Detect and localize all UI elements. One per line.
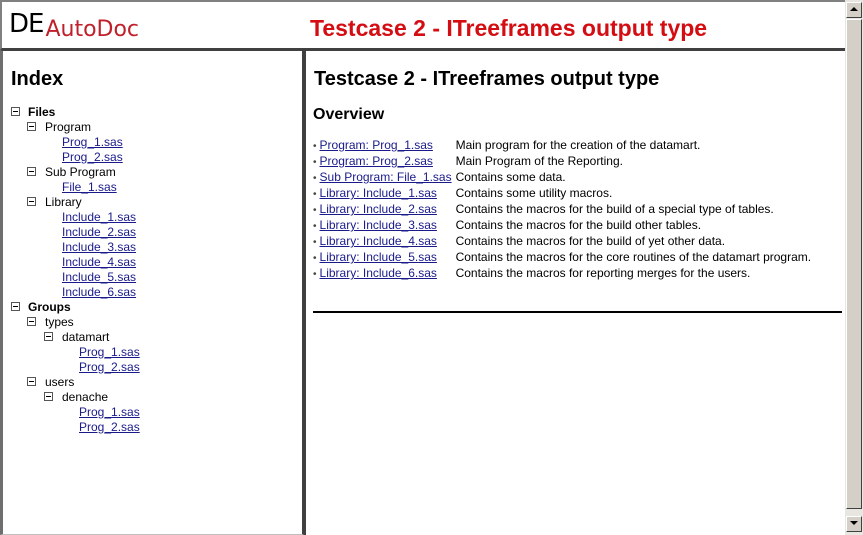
logo-name: AutoDoc: [45, 17, 140, 42]
tree-label: users: [45, 375, 75, 389]
overview-link-cell: • Sub Program: File_1.sas: [313, 170, 456, 186]
scroll-thumb[interactable]: [846, 19, 862, 509]
tree-link[interactable]: File_1.sas: [62, 180, 117, 195]
overview-description: Main Program of the Reporting.: [455, 154, 623, 168]
overview-link[interactable]: Library: Include_4.sas: [320, 234, 437, 248]
bullet-icon: •: [313, 173, 317, 184]
tree-link[interactable]: Include_6.sas: [62, 285, 136, 300]
overview-row: • Library: Include_6.sas Contains the macr…: [313, 266, 811, 282]
collapse-icon[interactable]: [11, 107, 20, 116]
collapse-icon[interactable]: [44, 392, 53, 401]
collapse-icon[interactable]: [27, 317, 36, 326]
overview-description: Contains the macros for reporting merges…: [455, 266, 751, 280]
tree-link[interactable]: Include_5.sas: [62, 270, 136, 285]
header-frame: DEAutoDoc Testcase 2 - ITreeframes outpu…: [0, 0, 863, 50]
logo: DEAutoDoc: [9, 9, 140, 42]
overview-link-cell: • Program: Prog_2.sas: [313, 154, 456, 170]
overview-link[interactable]: Program: Prog_2.sas: [320, 154, 433, 168]
collapse-icon[interactable]: [11, 302, 20, 311]
tree-label: Sub Program: [45, 165, 116, 179]
overview-row: • Library: Include_1.sas Contains some uti…: [313, 186, 811, 202]
tree-label: denache: [62, 390, 109, 404]
tree-label: datamart: [62, 330, 110, 344]
overview-link[interactable]: Program: Prog_1.sas: [320, 138, 433, 152]
tree-link[interactable]: Prog_2.sas: [79, 420, 140, 435]
tree-link[interactable]: Include_1.sas: [62, 210, 136, 225]
scroll-up-button[interactable]: [846, 2, 862, 18]
overview-table: • Program: Prog_1.sas Main program for the…: [313, 138, 811, 282]
bullet-icon: •: [313, 157, 317, 168]
overview-description: Main program for the creation of the dat…: [455, 138, 701, 152]
tree-label: Library: [45, 195, 82, 209]
tree-label: Groups: [28, 300, 71, 314]
bullet-icon: •: [313, 237, 317, 248]
main-frame: Testcase 2 - ITreeframes output type Ove…: [304, 50, 847, 535]
overview-link-cell: • Library: Include_6.sas: [313, 266, 456, 282]
tree-label: Files: [28, 105, 56, 119]
tree-label: types: [45, 315, 74, 329]
tree-link[interactable]: Include_3.sas: [62, 240, 136, 255]
overview-description: Contains the macros for the core routine…: [455, 250, 812, 264]
overview-link[interactable]: Library: Include_3.sas: [320, 218, 437, 232]
header-title: Testcase 2 - ITreeframes output type: [310, 15, 708, 41]
overview-description: Contains the macros for the build of a s…: [455, 202, 774, 216]
bullet-icon: •: [313, 221, 317, 232]
overview-description: Contains the macros for the build other …: [455, 218, 702, 232]
overview-link-cell: • Library: Include_4.sas: [313, 234, 456, 250]
overview-link[interactable]: Library: Include_2.sas: [320, 202, 437, 216]
collapse-icon[interactable]: [27, 377, 36, 386]
index-title: Index: [11, 68, 64, 90]
overview-row: • Program: Prog_2.sas Main Program of the …: [313, 154, 811, 170]
overview-link[interactable]: Library: Include_5.sas: [320, 250, 437, 264]
index-frame: Index Files Program Prog_1.sas Prog_2.sa…: [0, 50, 304, 535]
overview-row: • Library: Include_2.sas Contains the macr…: [313, 202, 811, 218]
overview-row: • Library: Include_3.sas Contains the macr…: [313, 218, 811, 234]
overview-row: • Program: Prog_1.sas Main program for the…: [313, 138, 811, 154]
overview-row: • Library: Include_5.sas Contains the macr…: [313, 250, 811, 266]
overview-description: Contains the macros for the build of yet…: [455, 234, 726, 248]
tree-link[interactable]: Include_4.sas: [62, 255, 136, 270]
tree-link[interactable]: Prog_2.sas: [62, 150, 123, 165]
scroll-down-button[interactable]: [846, 516, 862, 532]
tree-link[interactable]: Prog_2.sas: [79, 360, 140, 375]
collapse-icon[interactable]: [27, 167, 36, 176]
bullet-icon: •: [313, 253, 317, 264]
collapse-icon[interactable]: [27, 197, 36, 206]
overview-description: Contains some data.: [455, 170, 566, 184]
arrow-down-icon: [850, 521, 858, 525]
bullet-icon: •: [313, 269, 317, 280]
tree-link[interactable]: Prog_1.sas: [62, 135, 123, 150]
overview-link[interactable]: Library: Include_1.sas: [320, 186, 437, 200]
logo-prefix: DE: [9, 9, 44, 39]
overview-link[interactable]: Library: Include_6.sas: [320, 266, 437, 280]
overview-row: • Sub Program: File_1.sas Contains some da…: [313, 170, 811, 186]
overview-link-cell: • Program: Prog_1.sas: [313, 138, 456, 154]
overview-link-cell: • Library: Include_5.sas: [313, 250, 456, 266]
overview-row: • Library: Include_4.sas Contains the macr…: [313, 234, 811, 250]
tree-link[interactable]: Include_2.sas: [62, 225, 136, 240]
collapse-icon[interactable]: [44, 332, 53, 341]
arrow-up-icon: [850, 7, 858, 11]
overview-link-cell: • Library: Include_3.sas: [313, 218, 456, 234]
tree-link[interactable]: Prog_1.sas: [79, 345, 140, 360]
bullet-icon: •: [313, 141, 317, 152]
overview-link-cell: • Library: Include_1.sas: [313, 186, 456, 202]
overview-description: Contains some utility macros.: [455, 186, 613, 200]
bullet-icon: •: [313, 189, 317, 200]
tree-link[interactable]: Prog_1.sas: [79, 405, 140, 420]
overview-link-cell: • Library: Include_2.sas: [313, 202, 456, 218]
page-title: Testcase 2 - ITreeframes output type: [314, 68, 660, 90]
overview-heading: Overview: [313, 106, 385, 123]
horizontal-rule: [313, 311, 842, 313]
overview-link[interactable]: Sub Program: File_1.sas: [320, 170, 452, 184]
tree-label: Program: [45, 120, 92, 134]
vertical-scrollbar[interactable]: [845, 0, 863, 535]
bullet-icon: •: [313, 205, 317, 216]
collapse-icon[interactable]: [27, 122, 36, 131]
